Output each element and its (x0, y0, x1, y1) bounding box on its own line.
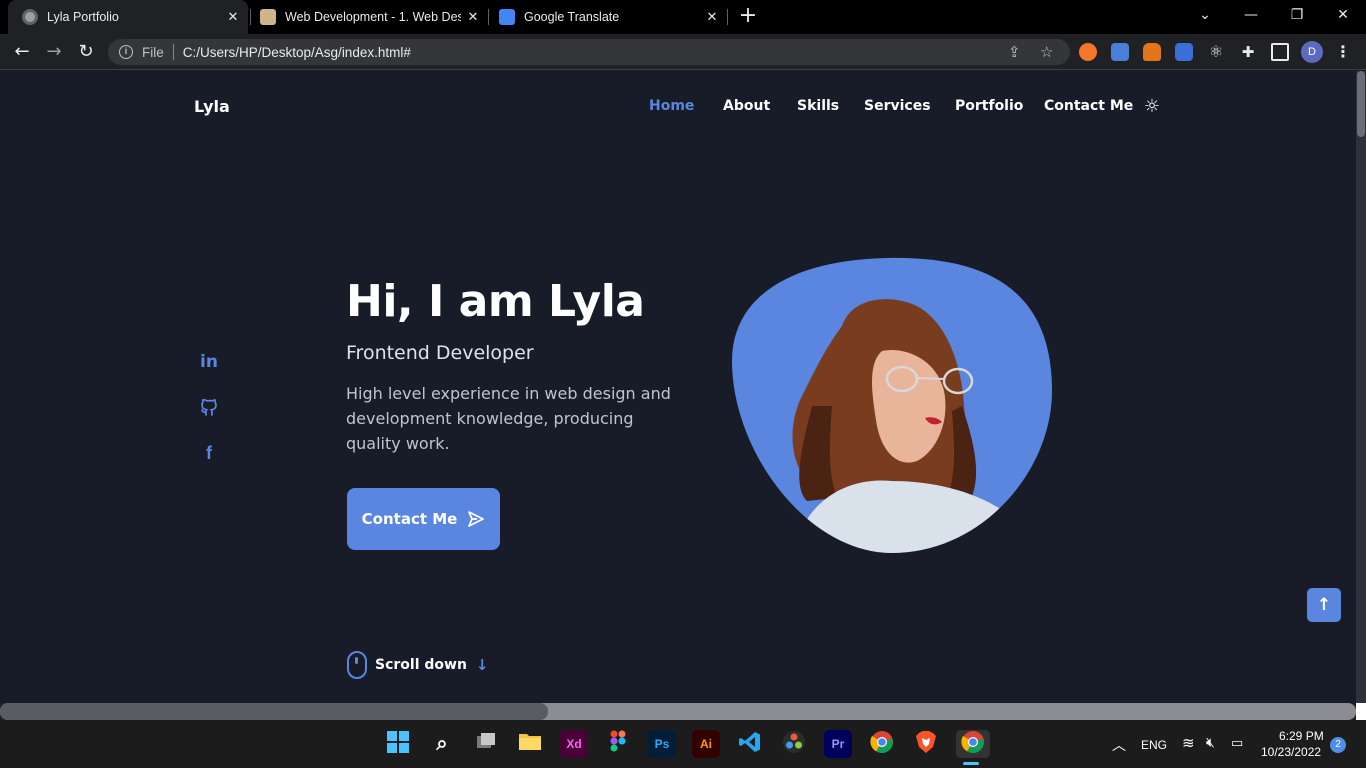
mouse-icon (347, 651, 367, 679)
extension-shield-icon[interactable] (1175, 43, 1193, 61)
site-logo[interactable]: Lyla (194, 97, 230, 116)
vertical-scrollbar[interactable] (1356, 71, 1366, 703)
address-bar[interactable]: i File C:/Users/HP/Desktop/Asg/index.htm… (108, 39, 1070, 65)
vertical-scrollbar-thumb[interactable] (1357, 71, 1365, 137)
tab-title: Lyla Portfolio (47, 10, 119, 24)
address-separator (172, 44, 174, 60)
chrome-icon[interactable] (868, 730, 896, 758)
nav-portfolio[interactable]: Portfolio (955, 98, 1023, 114)
premiere-pro-icon[interactable]: Pr (824, 730, 852, 758)
browser-tab-bar: Lyla Portfolio ✕ Web Development - 1. We… (0, 0, 1366, 34)
google-translate-icon (499, 9, 515, 25)
arrow-down-icon: ↓ (475, 656, 489, 674)
theme-toggle-sun-icon[interactable]: ☼ (1142, 97, 1162, 117)
search-icon[interactable]: ⌕ (428, 730, 456, 758)
chrome-active-icon[interactable] (956, 730, 990, 758)
task-view-icon[interactable] (472, 730, 500, 758)
contact-me-label: Contact Me (361, 510, 458, 528)
tab-search-icon[interactable]: ⌄ (1182, 0, 1228, 34)
windows-start-icon[interactable] (384, 730, 412, 758)
hero-title: Hi, I am Lyla (346, 276, 645, 327)
extension-metamask-icon[interactable] (1143, 43, 1161, 61)
scroll-down-label: Scroll down (375, 657, 467, 673)
facebook-icon[interactable]: f (198, 443, 220, 465)
brave-icon[interactable] (912, 730, 940, 758)
close-window-button[interactable]: ✕ (1320, 0, 1366, 34)
minimize-button[interactable]: — (1228, 0, 1274, 34)
davinci-resolve-icon[interactable] (780, 730, 808, 758)
hero-subtitle: Frontend Developer (346, 342, 534, 364)
globe-icon (22, 9, 38, 25)
notification-badge[interactable]: 2 (1330, 737, 1346, 753)
scroll-down-link[interactable]: Scroll down ↓ (347, 651, 489, 679)
new-tab-button[interactable]: + (736, 4, 760, 28)
close-tab-icon[interactable]: ✕ (464, 8, 482, 26)
extensions-puzzle-icon[interactable]: ✚ (1239, 43, 1257, 61)
tray-overflow-icon[interactable]: ︿ (1112, 735, 1126, 755)
reload-button[interactable]: ↻ (72, 38, 100, 66)
nav-about[interactable]: About (723, 98, 770, 114)
side-panel-icon[interactable] (1271, 43, 1289, 61)
nav-services[interactable]: Services (864, 98, 931, 114)
site-icon (260, 9, 276, 25)
scrollbar-corner (1356, 703, 1366, 720)
active-app-indicator (963, 762, 979, 765)
file-explorer-icon[interactable] (516, 730, 544, 758)
vscode-icon[interactable] (736, 730, 764, 758)
site-info-icon[interactable]: i (119, 45, 133, 59)
tab-web-development[interactable]: Web Development - 1. Web Desi ✕ (250, 0, 488, 34)
linkedin-icon[interactable]: in (198, 352, 220, 374)
clock-time[interactable]: 6:29 PM (1279, 729, 1324, 743)
menu-kebab-icon[interactable]: ⋮ (1334, 43, 1352, 61)
share-icon[interactable]: ⇪ (1008, 43, 1021, 61)
adobe-xd-icon[interactable]: Xd (560, 730, 588, 758)
horizontal-scrollbar-thumb[interactable] (0, 703, 548, 720)
battery-icon[interactable]: ▭ (1231, 735, 1243, 751)
windows-taskbar: ⌕ Xd Ps Ai Pr ︿ ENG ≋ 🔇︎ ▭ 6:29 PM 10/23… (0, 720, 1366, 768)
extension-react-icon[interactable]: ⚛ (1207, 43, 1225, 61)
photoshop-icon[interactable]: Ps (648, 730, 676, 758)
tab-separator (727, 9, 728, 25)
address-url[interactable]: C:/Users/HP/Desktop/Asg/index.html# (183, 45, 411, 60)
forward-button[interactable]: → (40, 38, 68, 66)
restore-button[interactable]: ❐ (1274, 0, 1320, 34)
tab-lyla-portfolio[interactable]: Lyla Portfolio ✕ (8, 0, 248, 34)
extension-translate-icon[interactable] (1111, 43, 1129, 61)
volume-muted-icon[interactable]: 🔇︎ (1206, 734, 1215, 751)
back-button[interactable]: ← (8, 38, 36, 66)
hero-description: High level experience in web design and … (346, 384, 671, 453)
nav-skills[interactable]: Skills (797, 98, 839, 114)
profile-photo (732, 257, 1052, 553)
illustrator-icon[interactable]: Ai (692, 730, 720, 758)
figma-icon[interactable] (604, 730, 632, 758)
nav-home[interactable]: Home (649, 98, 694, 114)
close-tab-icon[interactable]: ✕ (703, 8, 721, 26)
contact-me-button[interactable]: Contact Me (347, 488, 500, 550)
bookmark-star-icon[interactable]: ☆ (1040, 43, 1053, 61)
browser-toolbar: ← → ↻ i File C:/Users/HP/Desktop/Asg/ind… (0, 34, 1366, 70)
scheme-label: File (142, 44, 164, 60)
horizontal-scrollbar[interactable] (0, 703, 1356, 720)
wifi-icon[interactable]: ≋ (1182, 734, 1195, 752)
close-tab-icon[interactable]: ✕ (224, 8, 242, 26)
send-icon (468, 511, 485, 527)
clock-date[interactable]: 10/23/2022 (1261, 745, 1321, 759)
extension-rss-icon[interactable] (1079, 43, 1097, 61)
tab-title: Google Translate (524, 10, 620, 24)
profile-avatar[interactable]: D (1301, 41, 1323, 63)
portfolio-page: Lyla Home About Skills Services Portfoli… (0, 71, 1356, 703)
scroll-to-top-button[interactable]: ↑ (1307, 588, 1341, 622)
language-indicator[interactable]: ENG (1141, 738, 1167, 752)
nav-contact[interactable]: Contact Me (1044, 98, 1133, 114)
github-icon[interactable] (198, 397, 220, 419)
tab-google-translate[interactable]: Google Translate ✕ (489, 0, 727, 34)
tab-title: Web Development - 1. Web Desi (285, 10, 461, 24)
